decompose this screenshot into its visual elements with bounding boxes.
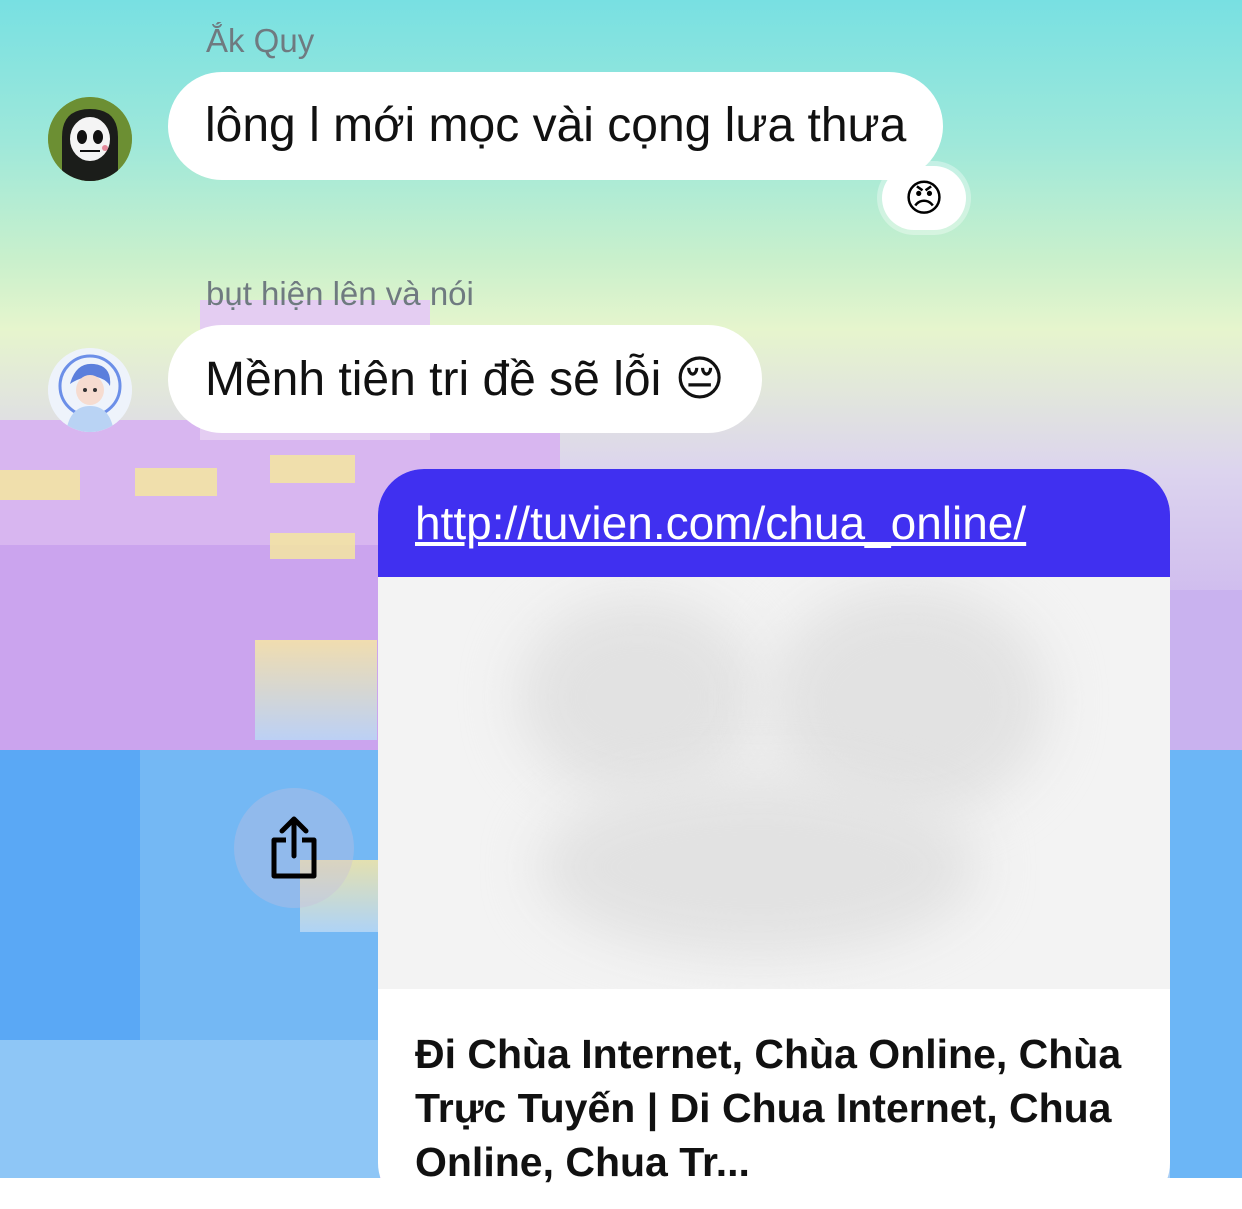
sender-name: bụt hiện lên và nói bbox=[206, 275, 474, 312]
reaction-badge[interactable]: 😠 bbox=[882, 166, 966, 230]
user-avatar[interactable] bbox=[48, 97, 132, 181]
share-icon bbox=[271, 816, 317, 879]
message-text: lông l mới mọc vài cọng lưa thưa bbox=[205, 99, 907, 152]
user-avatar[interactable] bbox=[48, 348, 132, 432]
link-preview-card[interactable]: http://tuvien.com/chua_online/ Đi Chùa I… bbox=[378, 469, 1170, 1209]
link-preview-header: http://tuvien.com/chua_online/ bbox=[378, 469, 1170, 577]
link-preview-image bbox=[378, 577, 1170, 989]
message-bubble[interactable]: Mềnh tiên tri đề sẽ lỗi 😔 bbox=[168, 325, 762, 433]
message-bubble[interactable]: lông l mới mọc vài cọng lưa thưa bbox=[168, 72, 944, 180]
skull-avatar-icon bbox=[48, 97, 132, 181]
link-preview-title: Đi Chùa Internet, Chùa Online, Chùa Trực… bbox=[415, 1031, 1122, 1185]
message-text: Mềnh tiên tri đề sẽ lỗi 😔 bbox=[205, 353, 725, 406]
angry-emoji: 😠 bbox=[904, 177, 944, 220]
anime-avatar-icon bbox=[48, 348, 132, 432]
link-url[interactable]: http://tuvien.com/chua_online/ bbox=[415, 496, 1026, 550]
share-button[interactable] bbox=[234, 788, 354, 908]
sender-name: Ắk Quy bbox=[206, 22, 315, 59]
